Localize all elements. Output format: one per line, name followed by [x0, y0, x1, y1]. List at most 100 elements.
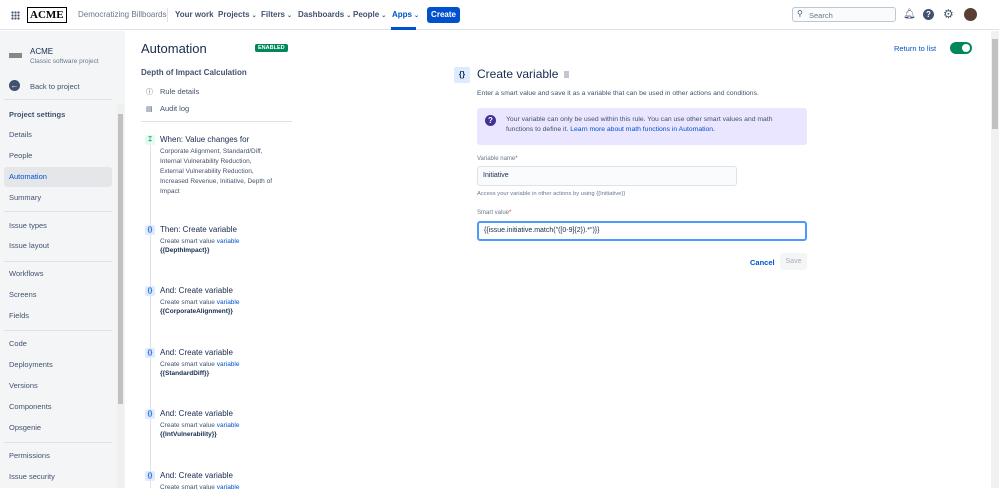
sidebar-item-deployments[interactable]: Deployments: [4, 355, 112, 375]
step-description: Corporate Alignment, Standard/Diff, Inte…: [160, 147, 272, 197]
desc-text: Create smart value: [160, 299, 217, 307]
top-navigation: ACME Democratizing Billboards Your work …: [0, 0, 999, 30]
sidebar-item-workflows[interactable]: Workflows: [4, 264, 112, 284]
braces-icon: {}: [145, 470, 155, 481]
step-title: And: Create variable: [160, 286, 233, 296]
save-button[interactable]: Save: [780, 253, 807, 270]
project-name[interactable]: Democratizing Billboards: [78, 10, 166, 19]
sidebar-item-issue-security[interactable]: Issue security: [4, 467, 112, 487]
sidebar-item-details[interactable]: Details: [4, 125, 112, 145]
step-title: And: Create variable: [160, 347, 233, 357]
notifications-icon[interactable]: 🔔︎: [903, 9, 916, 20]
panel-icon: {}: [454, 67, 470, 83]
settings-icon[interactable]: ⚙: [943, 7, 954, 21]
step-title: When: Value changes for: [160, 135, 250, 144]
document-icon: ▤: [146, 106, 153, 113]
sidebar-scrollbar[interactable]: [117, 104, 124, 488]
step-title: And: Create variable: [160, 409, 233, 419]
variable-name-help: Access your variable in other actions by…: [477, 191, 626, 197]
sidebar-item-opsgenie[interactable]: Opsgenie: [4, 418, 112, 438]
project-sidebar: ACME Classic software project ← Back to …: [0, 31, 125, 488]
variable-link[interactable]: variable: [217, 299, 240, 306]
acme-logo[interactable]: ACME: [27, 7, 67, 23]
divider: [141, 121, 292, 122]
sidebar-item-automation[interactable]: Automation: [4, 167, 112, 187]
app-switcher-icon[interactable]: [11, 11, 20, 20]
scrollbar-thumb[interactable]: [992, 39, 998, 129]
cancel-button[interactable]: Cancel: [750, 258, 775, 267]
nav-label: Projects: [218, 10, 250, 19]
info-panel: ? Your variable can only be used within …: [477, 108, 807, 145]
desc-text: Create smart value: [160, 238, 217, 245]
project-avatar: [9, 53, 22, 58]
chevron-down-icon: ⌄: [414, 13, 420, 19]
chevron-down-icon: ⌄: [251, 13, 257, 19]
variable-link[interactable]: variable: [217, 238, 240, 245]
chevron-down-icon: ⌄: [381, 13, 387, 19]
panel-title: Create variable: [477, 67, 559, 81]
delete-icon[interactable]: [564, 71, 569, 78]
nav-label: People: [353, 10, 380, 19]
nav-projects[interactable]: Projects ⌄: [218, 10, 257, 19]
search-input[interactable]: ⚲ Search: [792, 7, 896, 22]
step-description: Create smart value variable: [160, 237, 239, 247]
page-scrollbar[interactable]: [991, 31, 999, 488]
braces-icon: {}: [145, 286, 155, 297]
variable-link[interactable]: variable: [217, 484, 240, 491]
nav-dashboards[interactable]: Dashboards ⌄: [298, 10, 351, 19]
smart-value-input[interactable]: {{issue.initiative.match("([0-9]{2}).*")…: [477, 221, 807, 241]
chevron-down-icon: ⌄: [287, 13, 293, 19]
braces-icon: {}: [145, 225, 155, 235]
status-badge: ENABLED: [255, 44, 288, 52]
braces-icon: {}: [145, 409, 155, 420]
return-to-list-link[interactable]: Return to list: [894, 44, 936, 53]
divider: [4, 99, 112, 100]
sidebar-item-permissions[interactable]: Permissions: [4, 446, 112, 466]
nav-your-work[interactable]: Your work: [175, 10, 214, 19]
nav-filters[interactable]: Filters ⌄: [261, 10, 292, 19]
info-icon: ⓘ: [146, 89, 153, 96]
desc-line: Internal Vulnerability Reduction,: [160, 158, 252, 165]
project-type: Classic software project: [30, 58, 99, 65]
avatar[interactable]: [964, 8, 977, 21]
project-title: ACME: [30, 47, 54, 56]
sidebar-item-versions[interactable]: Versions: [4, 376, 112, 396]
variable-name-input[interactable]: Initiative: [477, 166, 737, 186]
step-description: Create smart value variable: [160, 360, 239, 370]
desc-line: Impact: [160, 188, 180, 195]
audit-log-link[interactable]: ▤ Audit log: [146, 104, 189, 113]
desc-text: Create smart value: [160, 483, 217, 491]
sidebar-item-fields[interactable]: Fields: [4, 306, 112, 326]
variable-link[interactable]: variable: [217, 422, 240, 429]
step-description: Create smart value variable: [160, 298, 239, 308]
divider: [4, 261, 112, 262]
rule-details-link[interactable]: ⓘ Rule details: [146, 87, 199, 97]
scrollbar-thumb[interactable]: [118, 114, 123, 404]
back-to-project[interactable]: ← Back to project: [9, 80, 109, 92]
create-button[interactable]: Create: [427, 7, 460, 23]
search-icon: ⚲: [797, 9, 803, 18]
page-title: Automation: [141, 41, 207, 56]
sidebar-item-screens[interactable]: Screens: [4, 285, 112, 305]
variable-name: {{CorporateAlignment}}: [160, 308, 233, 316]
back-label: Back to project: [30, 82, 80, 91]
variable-link[interactable]: variable: [217, 361, 240, 368]
nav-apps[interactable]: Apps ⌄: [392, 10, 419, 19]
trigger-icon: ⌶: [145, 135, 155, 145]
sidebar-item-components[interactable]: Components: [4, 397, 112, 417]
smart-value-label: Smart value*: [477, 210, 511, 216]
desc-text: Create smart value: [160, 360, 217, 368]
sidebar-item-people[interactable]: People: [4, 146, 112, 166]
divider: [4, 211, 112, 212]
question-icon: ?: [485, 115, 496, 126]
rule-enabled-toggle[interactable]: [950, 42, 972, 54]
active-indicator: [391, 27, 416, 30]
step-description: Create smart value variable: [160, 421, 239, 431]
nav-people[interactable]: People ⌄: [353, 10, 386, 19]
math-functions-link[interactable]: Learn more about math functions in Autom…: [570, 126, 715, 133]
sidebar-item-issue-types[interactable]: Issue types: [4, 216, 112, 236]
sidebar-item-code[interactable]: Code: [4, 334, 112, 354]
sidebar-item-summary[interactable]: Summary: [4, 188, 112, 208]
help-icon[interactable]: ?: [923, 9, 934, 20]
sidebar-item-issue-layout[interactable]: Issue layout: [4, 236, 112, 256]
